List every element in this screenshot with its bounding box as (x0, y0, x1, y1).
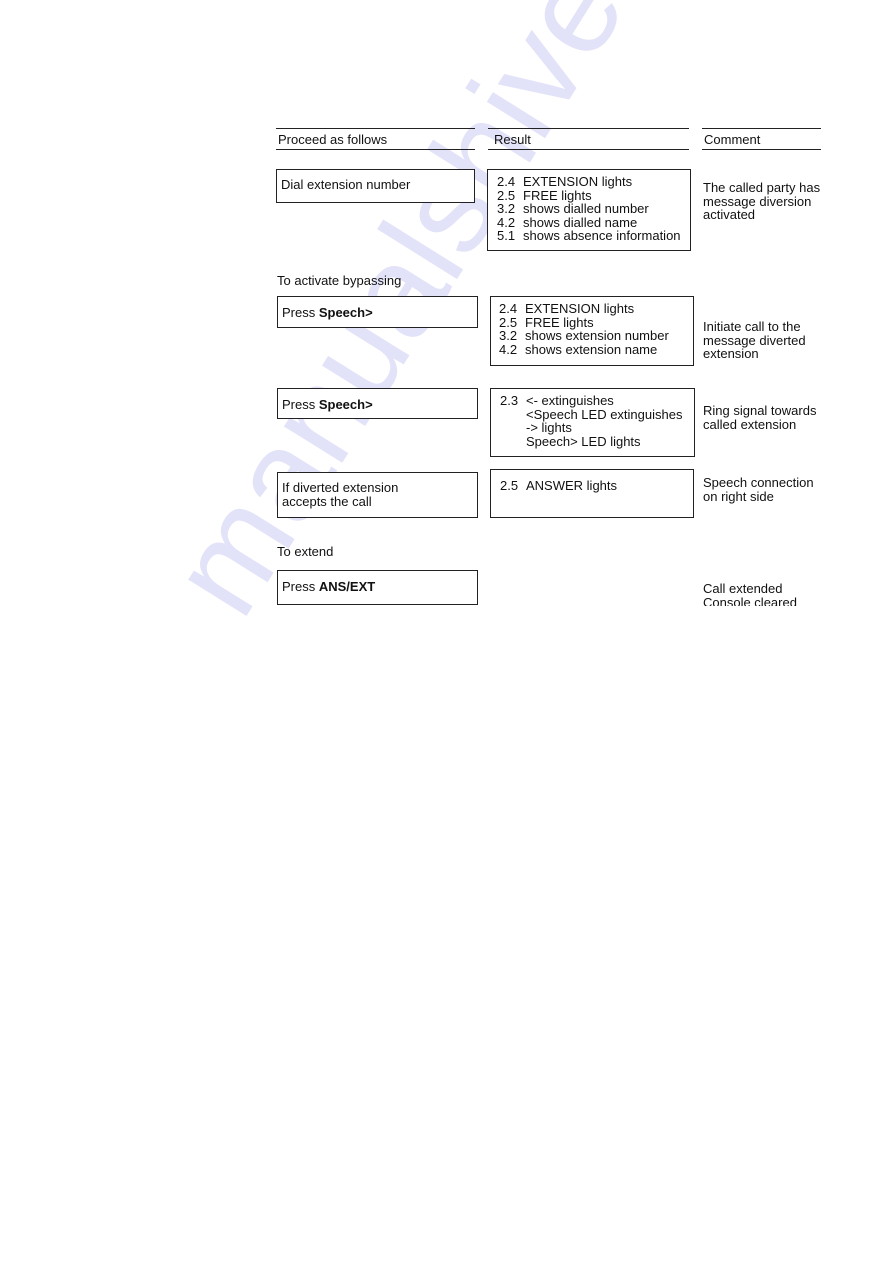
section-title-extend: To extend (277, 544, 334, 559)
action-text: Dial extension number (281, 177, 411, 192)
result-line: 4.2 shows dialled name (497, 214, 638, 230)
result-line: 2.5 ANSWER lights (500, 478, 618, 493)
section-title-bypass: To activate bypassing (277, 273, 402, 288)
header-proceed: Proceed as follows (276, 128, 475, 150)
header-comment: Comment (702, 128, 821, 150)
manual-page: manualshive.com Proceed as follows Resul… (0, 0, 893, 1263)
result-line: 5.1 shows absence information (497, 228, 681, 243)
result-line: 2.4 EXTENSION lights (497, 174, 633, 189)
action-box-dial: Dial extension number (276, 169, 475, 203)
result-box-speech-2: 2.3 <- extinguishes <Speech LED extinguis… (490, 388, 695, 457)
result-line: -> lights (526, 420, 572, 435)
procedure-table: Proceed as follows Result Comment Dial e… (0, 0, 821, 1263)
result-line: 2.3 <- extinguishes (500, 393, 614, 408)
comment-extend: Call extended Console cleared (703, 582, 797, 606)
result-line: 4.2 shows extension name (499, 341, 658, 357)
key-ans-ext: ANS/EXT (318, 579, 376, 594)
result-box-speech-1: 2.4 EXTENSION lights 2.5 FREE lights 3.2 sh… (490, 296, 694, 366)
comment-speech-2: Ring signal towards called extension (703, 403, 817, 432)
header-result: Result (488, 128, 689, 150)
result-line: Speech> LED lights (526, 433, 641, 449)
result-line: 2.4 EXTENSION lights (499, 301, 635, 316)
result-line: 2.5 FREE lights (499, 314, 594, 330)
key-speech: Speech> (318, 397, 373, 412)
key-speech: Speech> (318, 305, 373, 320)
action-box-speech-1: Press Speech> (277, 296, 478, 328)
result-line: 3.2 shows extension number (499, 328, 669, 343)
action-box-speech-2: Press Speech> (277, 388, 478, 419)
comment-speech-1: Initiate call to the message diverted ex… (703, 319, 806, 361)
comment-answer: Speech connection on right side (703, 475, 814, 504)
result-line: <Speech LED extinguishes (526, 406, 683, 422)
result-box-dial: 2.4 EXTENSION lights 2.5 FREE lights 3.2 sh… (487, 169, 691, 251)
action-box-accepts: If diverted extension accepts the call (277, 472, 478, 518)
comment-dial: The called party has message diversion a… (703, 180, 821, 222)
result-box-answer: 2.5 ANSWER lights (490, 469, 694, 518)
result-line: 3.2 shows dialled number (497, 201, 649, 216)
result-line: 2.5 FREE lights (497, 187, 592, 203)
action-box-ans-ext: Press ANS/EXT (277, 570, 478, 605)
